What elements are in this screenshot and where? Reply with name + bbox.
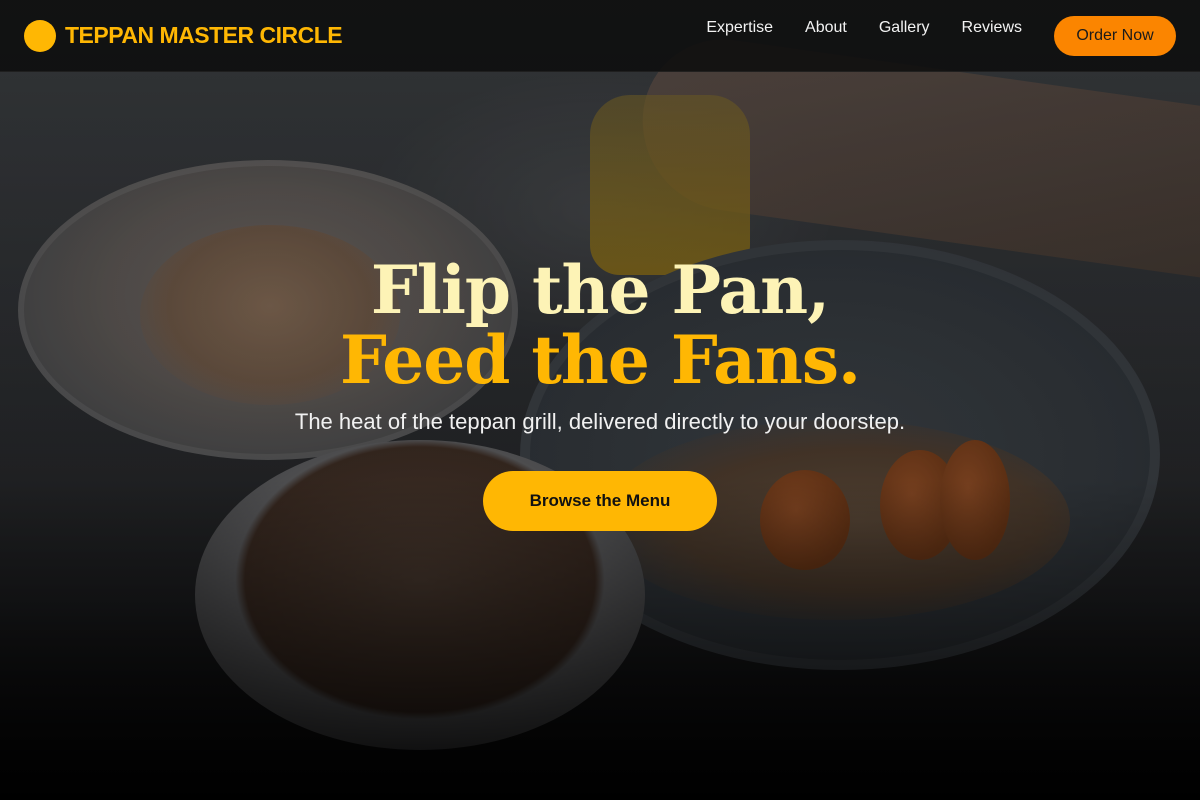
brand-link[interactable]: TEPPAN MASTER CIRCLE — [24, 19, 343, 52]
nav-link-about[interactable]: About — [805, 19, 847, 37]
nav-link-expertise[interactable]: Expertise — [706, 19, 773, 37]
browse-menu-button[interactable]: Browse the Menu — [483, 471, 717, 531]
brand-name: TEPPAN MASTER CIRCLE — [65, 22, 343, 48]
hero-headline-line1: Flip the Pan, — [370, 251, 830, 329]
landing-page: TEPPAN MASTER CIRCLE Expertise About Gal… — [0, 0, 1200, 800]
hero-headline-line2: Feed the Fans. — [340, 321, 861, 399]
nav-links: Expertise About Gallery Reviews Order No… — [706, 15, 1176, 56]
logo-circle-icon — [24, 19, 56, 52]
nav-link-reviews[interactable]: Reviews — [962, 19, 1022, 37]
nav-link-gallery[interactable]: Gallery — [879, 19, 930, 37]
hero-section: Flip the Pan, Feed the Fans. The heat of… — [0, 255, 1200, 531]
top-navbar: TEPPAN MASTER CIRCLE Expertise About Gal… — [0, 0, 1200, 72]
order-now-button[interactable]: Order Now — [1054, 15, 1176, 56]
hero-subtitle: The heat of the teppan grill, delivered … — [294, 409, 906, 434]
